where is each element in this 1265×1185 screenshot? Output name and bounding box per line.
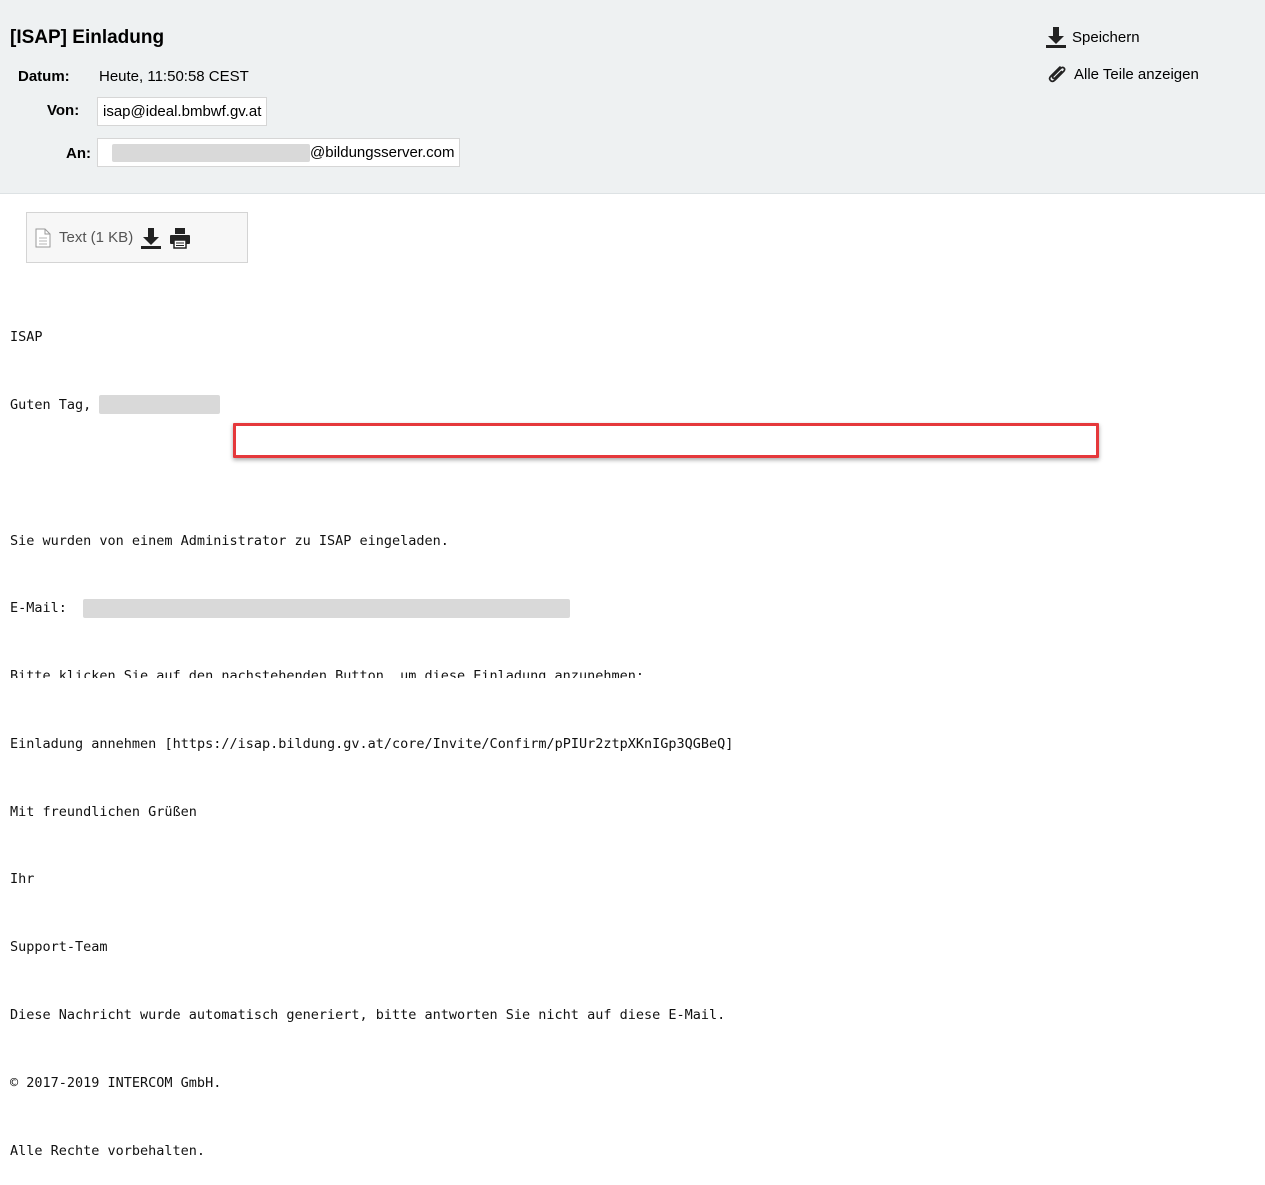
accept-label: Einladung annehmen — [10, 735, 157, 752]
to-address[interactable]: @bildungsserver.com — [97, 138, 461, 167]
save-button[interactable]: Speichern — [1046, 26, 1140, 48]
invite-confirm-link[interactable]: [https://isap.bildung.gv.at/core/Invite/… — [164, 736, 733, 752]
text-file-icon — [35, 228, 51, 247]
body-line: Diese Nachricht wurde automatisch generi… — [10, 1007, 726, 1023]
show-all-parts-label: Alle Teile anzeigen — [1074, 65, 1199, 83]
from-address[interactable]: isap@ideal.bmbwf.gv.at — [97, 97, 268, 126]
to-label: An: — [66, 145, 91, 162]
body-line: Ihr — [10, 871, 35, 888]
accept-line: Einladung annehmen [https://isap.bildung… — [10, 733, 733, 756]
download-icon[interactable] — [141, 227, 162, 249]
body-line: Mit freundlichen Grüßen — [10, 803, 197, 820]
body-line: Bitte klicken Sie auf den nachstehenden … — [10, 665, 733, 688]
body-line: Sie wurden von einem Administrator zu IS… — [10, 532, 449, 549]
message-subject: [ISAP] Einladung — [10, 27, 165, 48]
message-header: [ISAP] Einladung Datum: Heute, 11:50:58 … — [0, 0, 1265, 194]
greeting-text: Guten Tag, — [10, 396, 92, 413]
from-label: Von: — [47, 102, 80, 119]
body-line: Alle Rechte vorbehalten. — [10, 1142, 206, 1159]
body-line: ISAP — [10, 329, 43, 346]
copyright-line: © 2017-2019 INTERCOM GmbH. — [10, 1074, 222, 1091]
save-label: Speichern — [1072, 28, 1140, 46]
redacted-name — [99, 395, 221, 415]
email-label: E-Mail: — [10, 600, 67, 617]
to-address-domain: @bildungsserver.com — [310, 144, 455, 161]
attachment-bar: Text (1 KB) — [26, 212, 248, 263]
email-line: E-Mail: — [10, 597, 733, 620]
redacted-name — [112, 144, 310, 163]
paperclip-icon — [1048, 66, 1066, 83]
download-icon — [1046, 27, 1066, 48]
attachment-label[interactable]: Text (1 KB) — [59, 229, 133, 246]
show-all-parts-button[interactable]: Alle Teile anzeigen — [1046, 63, 1199, 85]
date-label: Datum: — [18, 68, 70, 85]
print-icon[interactable] — [169, 227, 191, 249]
greeting-line: Guten Tag, — [10, 394, 733, 417]
instruction-text: Bitte klicken Sie auf den nachstehenden … — [10, 668, 644, 679]
date-value: Heute, 11:50:58 CEST — [99, 68, 249, 85]
empty-line — [10, 462, 733, 485]
body-line: Support-Team — [10, 939, 108, 956]
message-body: ISAP Guten Tag, Sie wurden von einem Adm… — [10, 281, 733, 1185]
